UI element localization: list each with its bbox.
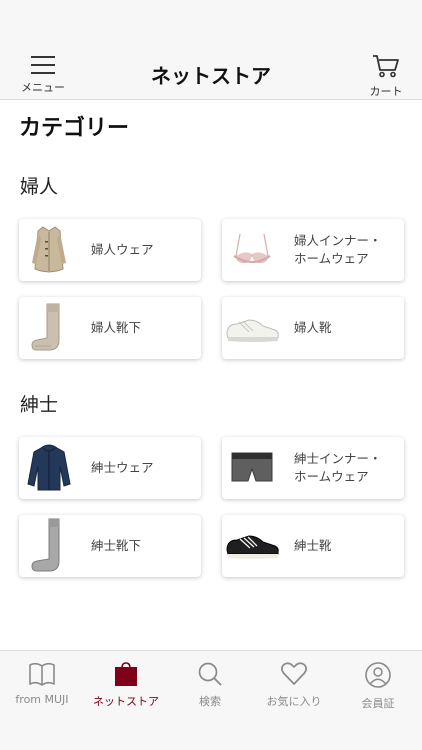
page-title: カテゴリー <box>19 116 130 141</box>
tab-label: from MUJI <box>15 693 69 706</box>
category-label: 婦人ウェア <box>91 242 154 257</box>
mens-boxer-icon <box>222 437 282 499</box>
page-header-title: ネットストア <box>151 64 271 88</box>
tab-net-store[interactable]: ネットストア <box>84 661 168 709</box>
bottom-tab-bar: from MUJI ネットストア 検索 お気に入り 会員証 <box>0 650 422 750</box>
book-icon <box>29 662 55 686</box>
mens-socks-icon <box>19 515 79 577</box>
category-card-mens-wear[interactable]: 紳士ウェア <box>19 437 201 499</box>
category-label: 紳士靴下 <box>91 538 142 553</box>
category-card-mens-inner[interactable]: 紳士インナー・ ホームウェア <box>222 437 404 499</box>
tab-label: 検索 <box>199 695 221 708</box>
tab-favorites[interactable]: お気に入り <box>252 661 336 709</box>
cart-button[interactable]: カート <box>364 54 408 98</box>
womens-coat-icon <box>19 219 79 281</box>
category-label: 紳士インナー・ ホームウェア <box>294 451 382 484</box>
app-header: メニュー ネットストア カート <box>0 0 422 100</box>
member-icon <box>365 662 391 688</box>
womens-bra-icon <box>222 219 282 281</box>
mens-jacket-icon <box>19 437 79 499</box>
category-label: 婦人インナー・ ホームウェア <box>294 233 382 266</box>
mens-sneakers-icon <box>222 515 282 577</box>
heart-icon <box>281 662 307 685</box>
category-label: 婦人靴下 <box>91 320 142 335</box>
category-label: 紳士ウェア <box>91 460 154 475</box>
category-label: 婦人靴 <box>294 320 332 335</box>
tab-label: お気に入り <box>266 695 322 708</box>
tab-label: 会員証 <box>361 697 395 710</box>
category-card-womens-socks[interactable]: 婦人靴下 <box>19 297 201 359</box>
search-icon <box>198 662 222 686</box>
shopping-bag-icon <box>115 662 137 686</box>
tab-label: ネットストア <box>93 695 159 708</box>
section-title-womens: 婦人 <box>20 176 59 198</box>
tab-member-card[interactable]: 会員証 <box>336 661 420 711</box>
category-card-womens-inner[interactable]: 婦人インナー・ ホームウェア <box>222 219 404 281</box>
category-card-mens-shoes[interactable]: 紳士靴 <box>222 515 404 577</box>
womens-sneakers-icon <box>222 297 282 359</box>
cart-icon <box>373 55 399 78</box>
category-card-womens-shoes[interactable]: 婦人靴 <box>222 297 404 359</box>
tab-from-muji[interactable]: from MUJI <box>0 661 84 706</box>
category-card-womens-wear[interactable]: 婦人ウェア <box>19 219 201 281</box>
womens-socks-icon <box>19 297 79 359</box>
category-card-mens-socks[interactable]: 紳士靴下 <box>19 515 201 577</box>
cart-label: カート <box>369 85 403 98</box>
tab-search[interactable]: 検索 <box>168 661 252 709</box>
category-label: 紳士靴 <box>294 538 332 553</box>
section-title-mens: 紳士 <box>20 394 59 416</box>
